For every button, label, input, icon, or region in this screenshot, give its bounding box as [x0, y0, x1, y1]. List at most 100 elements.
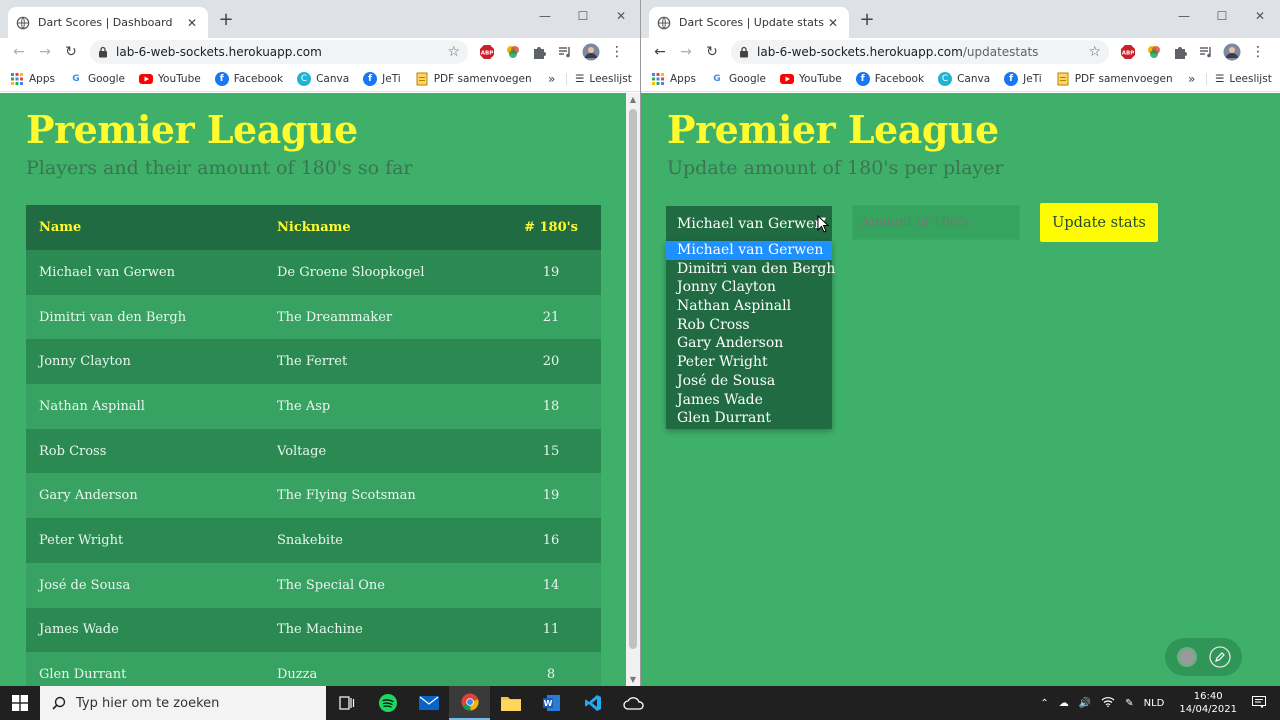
pencil-icon[interactable] [1207, 644, 1233, 670]
avatar[interactable] [578, 41, 604, 63]
close-window-icon[interactable]: ✕ [1241, 4, 1279, 28]
scroll-up-icon[interactable]: ▲ [626, 95, 640, 104]
tab-dashboard[interactable]: Dart Scores | Dashboard ✕ [8, 7, 208, 38]
reload-icon[interactable]: ↻ [699, 40, 725, 64]
chevron-up-icon[interactable]: ⌃ [1040, 698, 1048, 709]
onedrive-icon[interactable] [613, 686, 654, 720]
reading-list[interactable]: ☰ Leeslijst [566, 72, 632, 85]
back-icon[interactable]: ← [647, 40, 673, 64]
bookmark-facebook[interactable]: f Facebook [214, 71, 283, 86]
bookmark-label: Google [87, 72, 126, 85]
close-window-icon[interactable]: ✕ [602, 4, 640, 28]
minimize-icon[interactable]: — [526, 4, 564, 28]
dropdown-option[interactable]: Michael van Gerwen [666, 241, 832, 260]
dropdown-option[interactable]: José de Sousa [666, 372, 832, 391]
page-title: Premier League [26, 107, 358, 152]
dropdown-option[interactable]: Peter Wright [666, 353, 832, 372]
scrollbar[interactable]: ▲ ▼ [626, 93, 640, 686]
scrollbar-thumb[interactable] [629, 109, 637, 649]
scores-table: Name Nickname # 180's Michael van Gerwen… [26, 205, 601, 686]
file-explorer-icon[interactable] [490, 686, 531, 720]
minimize-icon[interactable]: — [1165, 4, 1203, 28]
kebab-menu-icon[interactable]: ⋮ [604, 41, 630, 63]
mail-icon[interactable] [408, 686, 449, 720]
new-tab-button[interactable]: + [216, 10, 236, 30]
forward-icon[interactable]: → [32, 40, 58, 64]
maximize-icon[interactable]: ☐ [1203, 4, 1241, 28]
url-host: lab-6-web-sockets.herokuapp.com [116, 45, 322, 59]
reload-icon[interactable]: ↻ [58, 40, 84, 64]
bookmark-facebook[interactable]: f Facebook [855, 71, 924, 86]
kebab-menu-icon[interactable]: ⋮ [1245, 41, 1271, 63]
vscode-icon[interactable] [572, 686, 613, 720]
notification-icon[interactable] [1252, 695, 1266, 711]
dropdown-option[interactable]: James Wade [666, 391, 832, 410]
spotify-icon[interactable] [367, 686, 408, 720]
pen-icon[interactable]: ✎ [1125, 698, 1133, 709]
adblock-icon[interactable]: ABP [474, 41, 500, 63]
player-select[interactable]: Michael van Gerwen ▼ [666, 206, 832, 241]
globe-icon [16, 16, 30, 29]
taskbar-search[interactable]: Typ hier om te zoeken [40, 686, 326, 720]
new-tab-button[interactable]: + [857, 10, 877, 30]
volume-icon[interactable]: 🔊 [1079, 698, 1091, 709]
browser-toolbar: ← → ↻ lab-6-web-sockets.herokuapp.com/up… [641, 38, 1280, 66]
dropdown-option[interactable]: Dimitri van den Bergh [666, 260, 835, 279]
bookmark-jeti[interactable]: f JeTi [1004, 71, 1042, 86]
update-stats-button[interactable]: Update stats [1040, 203, 1158, 242]
bookmark-pdf[interactable]: PDF samenvoegen [415, 72, 532, 86]
tab-update-stats[interactable]: Dart Scores | Update stats ✕ [649, 7, 849, 38]
more-bookmarks-icon[interactable]: » [548, 72, 555, 86]
maximize-icon[interactable]: ☐ [564, 4, 602, 28]
dropdown-option[interactable]: Rob Cross [666, 316, 832, 335]
language-indicator[interactable]: NLD [1144, 698, 1165, 709]
back-icon[interactable]: ← [6, 40, 32, 64]
bookmark-google[interactable]: G Google [710, 72, 766, 86]
wifi-icon[interactable] [1101, 696, 1115, 710]
color-extension-icon[interactable] [1141, 41, 1167, 63]
more-bookmarks-icon[interactable]: » [1188, 72, 1195, 86]
media-queue-icon[interactable] [1193, 41, 1219, 63]
scroll-down-icon[interactable]: ▼ [626, 675, 640, 684]
nickname-cell: The Flying Scotsman [264, 473, 501, 519]
cloud-icon[interactable]: ☁ [1059, 698, 1069, 709]
task-view-icon[interactable] [326, 686, 367, 720]
dropdown-option[interactable]: Jonny Clayton [666, 278, 832, 297]
forward-icon[interactable]: → [673, 40, 699, 64]
bookmark-canva[interactable]: C Canva [297, 71, 349, 86]
bookmark-youtube[interactable]: YouTube [139, 72, 201, 86]
record-icon[interactable] [1174, 644, 1200, 670]
bookmark-youtube[interactable]: YouTube [780, 72, 842, 86]
amount-input[interactable] [852, 205, 1020, 240]
clock[interactable]: 16:40 14/04/2021 [1179, 690, 1237, 716]
bookmark-apps[interactable]: Apps [651, 72, 696, 86]
close-tab-icon[interactable]: ✕ [184, 16, 200, 30]
bookmark-apps[interactable]: Apps [10, 72, 55, 86]
bookmark-pdf[interactable]: PDF samenvoegen [1056, 72, 1173, 86]
word-icon[interactable]: W [531, 686, 572, 720]
address-bar[interactable]: lab-6-web-sockets.herokuapp.com ☆ [90, 40, 468, 64]
adblock-icon[interactable]: ABP [1115, 41, 1141, 63]
dropdown-option[interactable]: Glen Durrant [666, 409, 832, 428]
bookmark-star-icon[interactable]: ☆ [1088, 44, 1101, 60]
windows-start-icon[interactable] [0, 686, 40, 720]
avatar[interactable] [1219, 41, 1245, 63]
dropdown-option[interactable]: Gary Anderson [666, 334, 832, 353]
url-host: lab-6-web-sockets.herokuapp.com [757, 45, 963, 59]
media-queue-icon[interactable] [552, 41, 578, 63]
color-extension-icon[interactable] [500, 41, 526, 63]
bookmark-google[interactable]: G Google [69, 72, 125, 86]
puzzle-icon[interactable] [526, 41, 552, 63]
clock-date: 14/04/2021 [1179, 704, 1237, 715]
dropdown-option[interactable]: Nathan Aspinall [666, 297, 832, 316]
reading-list[interactable]: ☰ Leeslijst [1206, 72, 1272, 85]
bookmark-canva[interactable]: C Canva [938, 71, 990, 86]
address-bar[interactable]: lab-6-web-sockets.herokuapp.com/updatest… [731, 40, 1109, 64]
puzzle-icon[interactable] [1167, 41, 1193, 63]
chrome-icon[interactable] [449, 686, 490, 720]
bookmark-jeti[interactable]: f JeTi [363, 71, 401, 86]
player-dropdown-list: Michael van Gerwen Dimitri van den Bergh J… [666, 241, 835, 429]
close-tab-icon[interactable]: ✕ [825, 16, 841, 30]
bookmark-star-icon[interactable]: ☆ [447, 44, 460, 60]
count-cell: 19 [501, 250, 601, 295]
